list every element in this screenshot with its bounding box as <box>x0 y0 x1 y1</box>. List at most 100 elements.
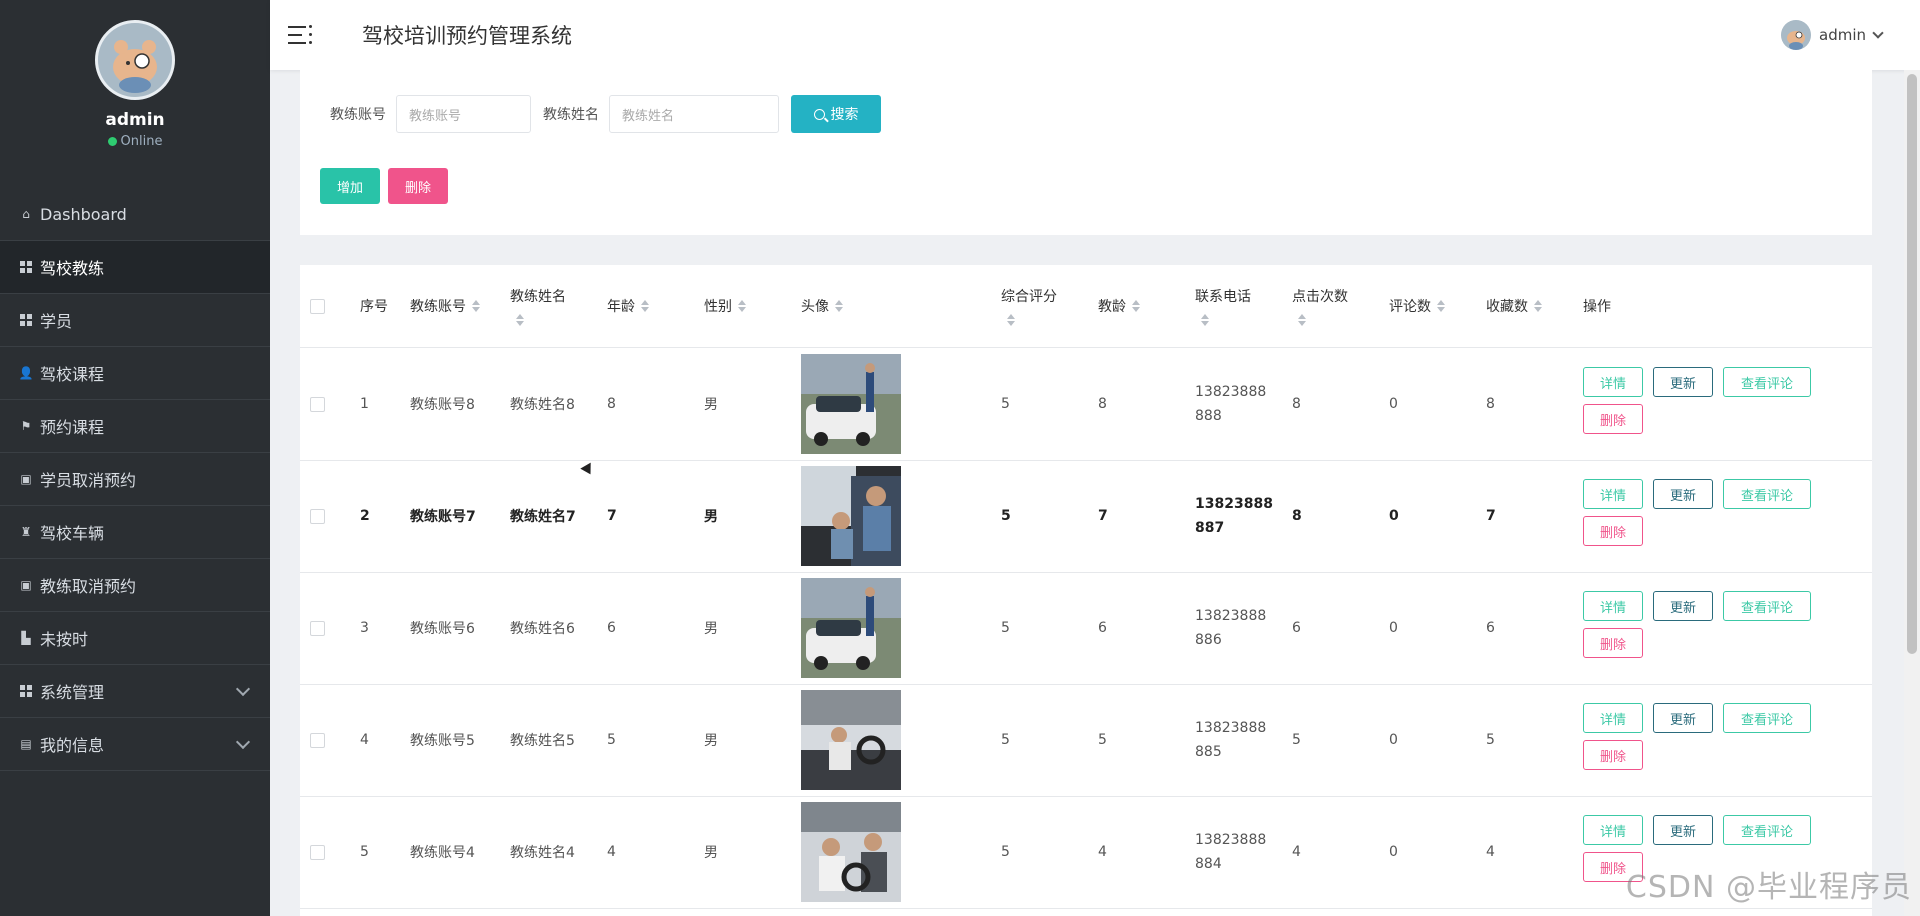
col-avatar[interactable]: 头像 <box>801 265 843 347</box>
sidebar-item-dashboard[interactable]: ⌂ Dashboard <box>0 188 270 241</box>
update-button[interactable]: 更新 <box>1653 815 1713 845</box>
sort-icon <box>738 300 746 312</box>
sidebar-item-vehicles[interactable]: ♜ 驾校车辆 <box>0 506 270 559</box>
col-index: 序号 <box>360 299 388 315</box>
row-checkbox[interactable] <box>310 572 325 684</box>
coach-photo <box>801 460 901 572</box>
row-delete-button[interactable]: 删除 <box>1583 404 1643 434</box>
table-header: 序号 教练账号 教练姓名 年龄 性别 头像 综合评分 教龄 联系电话 点击次数 … <box>300 265 1872 348</box>
update-button[interactable]: 更新 <box>1653 591 1713 621</box>
sidebar-item-system-management[interactable]: 系统管理 <box>0 665 270 718</box>
cell-age: 6 <box>607 620 616 636</box>
cell-phone-wrap: 13823888886 <box>1195 572 1275 684</box>
topbar-username: admin <box>1819 26 1866 44</box>
sort-icon <box>472 300 480 312</box>
update-button[interactable]: 更新 <box>1653 367 1713 397</box>
cell-account: 教练账号5 <box>410 733 475 749</box>
sidebar-item-label: 学员 <box>40 312 73 331</box>
row-checkbox[interactable] <box>310 684 325 796</box>
cell-comments: 0 <box>1389 844 1398 860</box>
user-icon: 👤 <box>18 366 34 380</box>
scrollbar-thumb[interactable] <box>1907 74 1917 654</box>
delete-button[interactable]: 删除 <box>388 168 448 204</box>
sidebar-item-label: 教练取消预约 <box>40 577 137 596</box>
search-panel: 教练账号 教练账号 教练姓名 教练姓名 搜索 增加 删除 <box>300 70 1872 235</box>
view-reviews-button[interactable]: 查看评论 <box>1723 703 1811 733</box>
avatar <box>1781 20 1811 50</box>
cell-teaching-years: 5 <box>1098 732 1107 748</box>
col-age[interactable]: 年龄 <box>607 265 649 347</box>
update-button[interactable]: 更新 <box>1653 703 1713 733</box>
trophy-icon: ♜ <box>20 525 32 539</box>
col-teaching-years[interactable]: 教龄 <box>1098 265 1140 347</box>
sidebar-item-late[interactable]: ▙ 未按时 <box>0 612 270 665</box>
chevron-down-icon <box>235 734 251 750</box>
grid-icon <box>18 312 34 328</box>
view-reviews-button[interactable]: 查看评论 <box>1723 591 1811 621</box>
row-checkbox[interactable] <box>310 348 325 460</box>
sidebar-item-label: Dashboard <box>40 204 127 224</box>
col-rating[interactable]: 综合评分 <box>1001 265 1057 347</box>
account-search-input[interactable]: 教练账号 <box>396 95 531 133</box>
col-operations: 操作 <box>1583 299 1611 315</box>
sort-icon <box>1437 300 1445 312</box>
cell-name: 教练姓名7 <box>510 509 576 525</box>
menu-toggle-icon[interactable] <box>288 24 312 46</box>
col-favorites[interactable]: 收藏数 <box>1486 265 1542 347</box>
search-button[interactable]: 搜索 <box>791 95 881 133</box>
sidebar-item-coach-cancellations[interactable]: ▣ 教练取消预约 <box>0 559 270 612</box>
sidebar-item-my-info[interactable]: ▤ 我的信息 <box>0 718 270 771</box>
col-account[interactable]: 教练账号 <box>410 265 480 347</box>
view-reviews-button[interactable]: 查看评论 <box>1723 815 1811 845</box>
col-gender[interactable]: 性别 <box>704 265 746 347</box>
coach-table: 序号 教练账号 教练姓名 年龄 性别 头像 综合评分 教龄 联系电话 点击次数 … <box>300 265 1872 916</box>
online-dot-icon <box>107 137 117 146</box>
select-all-checkbox[interactable] <box>310 265 325 347</box>
row-delete-button[interactable]: 删除 <box>1583 740 1643 770</box>
sidebar-item-label: 驾校教练 <box>40 259 105 278</box>
sidebar-item-coaches[interactable]: 驾校教练 <box>0 241 270 294</box>
row-delete-button[interactable]: 删除 <box>1583 628 1643 658</box>
sidebar-item-bookings[interactable]: ⚑ 预约课程 <box>0 400 270 453</box>
table-row: 2 教练账号7 教练姓名7 7 男 5 7 13823888887 8 0 7 … <box>300 460 1872 573</box>
sort-icon <box>516 314 524 326</box>
row-checkbox[interactable] <box>310 796 325 908</box>
detail-button[interactable]: 详情 <box>1583 591 1643 621</box>
detail-button[interactable]: 详情 <box>1583 703 1643 733</box>
view-reviews-button[interactable]: 查看评论 <box>1723 479 1811 509</box>
home-icon: ⌂ <box>22 207 30 221</box>
sort-icon <box>835 300 843 312</box>
sidebar-item-label: 我的信息 <box>40 736 105 755</box>
sidebar-item-student-cancellations[interactable]: ▣ 学员取消预约 <box>0 453 270 506</box>
detail-button[interactable]: 详情 <box>1583 479 1643 509</box>
row-checkbox[interactable] <box>310 460 325 572</box>
sidebar-item-label: 驾校课程 <box>40 365 105 384</box>
sidebar-item-courses[interactable]: 👤 驾校课程 <box>0 347 270 400</box>
detail-button[interactable]: 详情 <box>1583 815 1643 845</box>
cell-age: 8 <box>607 396 616 412</box>
cell-rating: 5 <box>1001 732 1010 748</box>
row-delete-button[interactable]: 删除 <box>1583 516 1643 546</box>
sidebar: admin Online ⌂ Dashboard 驾校教练 学员 👤 驾校课程 ⚑ 预… <box>0 0 270 916</box>
view-reviews-button[interactable]: 查看评论 <box>1723 367 1811 397</box>
col-phone[interactable]: 联系电话 <box>1195 265 1251 347</box>
cell-clicks: 5 <box>1292 732 1301 748</box>
row-operations: 详情 更新 查看评论 删除 <box>1583 684 1843 796</box>
user-profile: admin Online <box>0 0 270 188</box>
table-row: 3 教练账号6 教练姓名6 6 男 5 6 13823888886 6 0 6 … <box>300 572 1872 685</box>
name-search-input[interactable]: 教练姓名 <box>609 95 779 133</box>
sidebar-username: admin <box>105 110 165 130</box>
user-menu[interactable]: admin <box>1781 20 1884 50</box>
cell-account: 教练账号4 <box>410 845 475 861</box>
col-comments[interactable]: 评论数 <box>1389 265 1445 347</box>
sort-icon <box>1201 314 1209 326</box>
detail-button[interactable]: 详情 <box>1583 367 1643 397</box>
col-clicks[interactable]: 点击次数 <box>1292 265 1348 347</box>
coach-photo <box>801 572 901 684</box>
sidebar-item-students[interactable]: 学员 <box>0 294 270 347</box>
add-button[interactable]: 增加 <box>320 168 380 204</box>
col-name[interactable]: 教练姓名 <box>510 265 566 347</box>
cell-clicks: 6 <box>1292 620 1301 636</box>
update-button[interactable]: 更新 <box>1653 479 1713 509</box>
coach-photo <box>801 684 901 796</box>
